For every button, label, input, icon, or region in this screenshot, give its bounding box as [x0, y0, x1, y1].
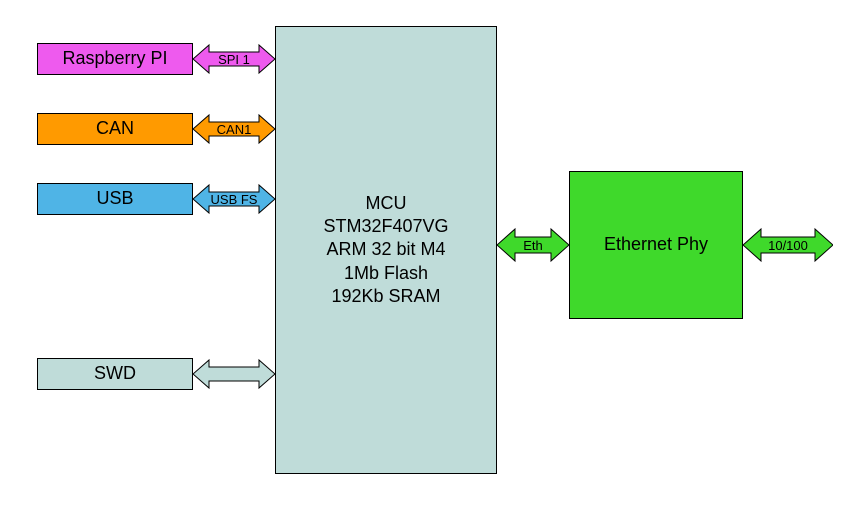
raspberry-pi-block: Raspberry PI	[37, 43, 193, 75]
ten-hundred-arrow: 10/100	[743, 227, 833, 263]
ethernet-phy-block: Ethernet Phy	[569, 171, 743, 319]
spi1-arrow: SPI 1	[193, 43, 275, 75]
mcu-block: MCU STM32F407VG ARM 32 bit M4 1Mb Flash …	[275, 26, 497, 474]
double-arrow-icon	[193, 358, 275, 390]
eth-label: Eth	[523, 238, 543, 253]
can1-label: CAN1	[217, 122, 252, 137]
usb-block: USB	[37, 183, 193, 215]
swd-arrow	[193, 358, 275, 390]
can-block: CAN	[37, 113, 193, 145]
can1-arrow: CAN1	[193, 113, 275, 145]
eth-arrow: Eth	[497, 227, 569, 263]
ten-hundred-label: 10/100	[768, 238, 808, 253]
swd-block: SWD	[37, 358, 193, 390]
usb-fs-label: USB FS	[211, 192, 258, 207]
usb-fs-arrow: USB FS	[193, 183, 275, 215]
spi1-label: SPI 1	[218, 52, 250, 67]
